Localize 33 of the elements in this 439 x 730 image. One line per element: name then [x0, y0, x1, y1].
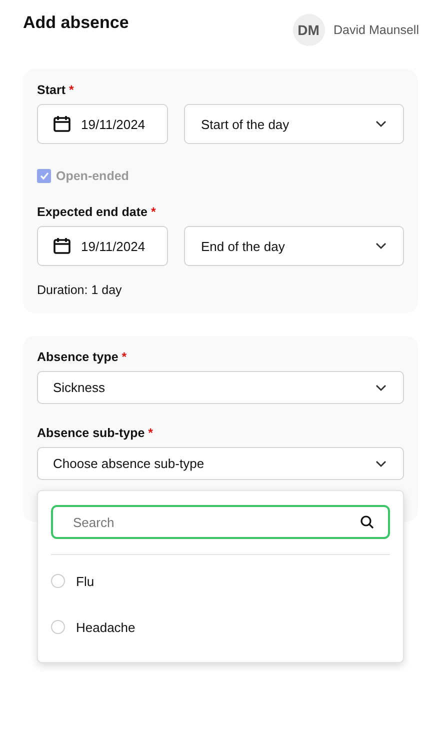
- field-label: Absence type: [37, 350, 118, 364]
- radio-button[interactable]: [51, 620, 65, 634]
- user-name: David Maunsell: [334, 23, 419, 37]
- page-title: Add absence: [23, 12, 129, 33]
- required-marker: *: [150, 205, 156, 219]
- search-input[interactable]: Search: [71, 514, 360, 530]
- date-picker[interactable]: 19/11/2024: [37, 226, 168, 266]
- chevron-down-icon: [375, 120, 387, 128]
- field-label: Expected end date: [37, 205, 148, 219]
- search-field[interactable]: Search: [51, 505, 390, 539]
- absence-type-select[interactable]: Sickness: [37, 371, 404, 404]
- required-marker: *: [122, 350, 127, 364]
- date-picker[interactable]: 19/11/2024: [37, 104, 168, 144]
- time-of-day-select[interactable]: End of the day: [184, 226, 404, 266]
- calendar-icon: [53, 115, 71, 133]
- calendar-icon: [53, 237, 71, 255]
- user-avatar[interactable]: DM: [292, 14, 325, 46]
- absence-sub-type-select[interactable]: Choose absence sub-type: [37, 447, 404, 480]
- field-label: Start: [37, 83, 66, 97]
- radio-button[interactable]: [51, 574, 65, 588]
- time-of-day-select[interactable]: Start of the day: [184, 104, 404, 144]
- checkbox-label: Open-ended: [56, 169, 129, 183]
- checkmark-icon: [40, 172, 48, 180]
- chevron-down-icon: [375, 460, 387, 468]
- option-item[interactable]: Headache: [51, 604, 390, 650]
- search-icon: [360, 515, 374, 529]
- required-marker: *: [68, 83, 74, 97]
- option-item[interactable]: Flu: [51, 558, 390, 604]
- required-marker: *: [148, 426, 154, 440]
- field-label: Absence sub-type: [37, 426, 145, 440]
- chevron-down-icon: [375, 242, 387, 250]
- chevron-down-icon: [375, 384, 387, 392]
- duration-text: Duration: 1 day: [37, 283, 123, 297]
